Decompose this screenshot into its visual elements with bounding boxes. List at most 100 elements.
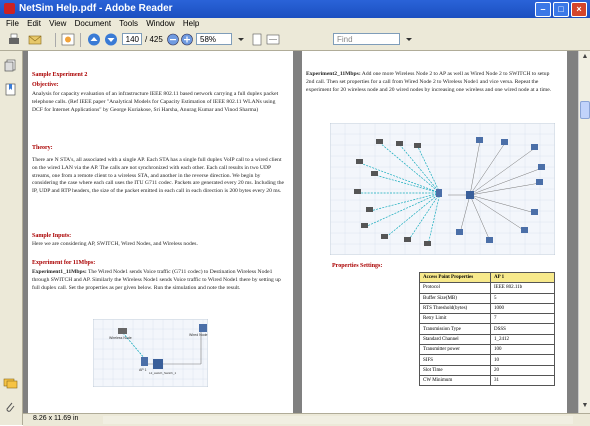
table-row: Buffer Size(MB) 5 [419, 292, 555, 304]
status-bar: 8.26 x 11.69 in [23, 413, 590, 426]
zoom-in-icon[interactable] [180, 33, 194, 46]
table-row: Access Point Properties AP 1 [419, 271, 555, 284]
properties-table: Access Point Properties AP 1 Protocol IEEE… [419, 271, 555, 387]
menu-help[interactable]: Help [183, 18, 199, 30]
experiment1-label: Experiment1_11Mbps: [32, 269, 87, 275]
table-row: CW Minimum 31 [419, 374, 555, 387]
page-number-input[interactable]: 140 [122, 33, 142, 45]
properties-heading: Properties Settings: [332, 263, 383, 269]
close-button[interactable]: × [571, 2, 587, 17]
toolbar-separator [80, 33, 81, 47]
table-header-cell: AP 1 [490, 271, 555, 284]
table-cell: RTS Threshold(bytes) [419, 302, 491, 315]
table-cell: 10 [490, 354, 555, 366]
menu-view[interactable]: View [49, 18, 66, 30]
ap-label: AP 1 [139, 368, 147, 372]
section-title: Sample Experiment 2 [32, 72, 88, 78]
fit-width-icon[interactable] [266, 33, 280, 46]
table-cell: SIFS [419, 354, 491, 366]
find-dropdown-icon[interactable] [402, 33, 416, 46]
title-bar: NetSim Help.pdf - Adobe Reader – □ × [0, 0, 590, 18]
menu-window[interactable]: Window [146, 18, 174, 30]
table-cell: 5 [490, 292, 555, 304]
maximize-button[interactable]: □ [553, 2, 569, 17]
menu-bar: File Edit View Document Tools Window Hel… [0, 18, 590, 30]
table-cell: CW Minimum [419, 374, 491, 387]
zoom-out-icon[interactable] [166, 33, 180, 46]
table-cell: Slot Time [419, 364, 491, 376]
table-cell: Retry Limit [419, 313, 491, 325]
document-view[interactable]: Sample Experiment 2 Objective: Analysis … [23, 51, 578, 413]
navigation-sidebar [0, 51, 23, 425]
experiment-heading: Experiment for 11Mbps: [32, 260, 96, 266]
attachments-panel-icon[interactable] [4, 401, 17, 414]
table-cell: Transmission Type [419, 323, 491, 335]
table-cell: Transmitter power [419, 344, 491, 356]
bookmarks-panel-icon[interactable] [4, 83, 17, 96]
table-cell: Protocol [419, 282, 491, 294]
previous-page-icon[interactable] [87, 33, 101, 46]
network-diagram-small: Wireless Node AP 1 Wired Node L2_switch_… [93, 319, 208, 387]
menu-document[interactable]: Document [75, 18, 111, 30]
wireless-node-label: Wireless Node [109, 336, 132, 340]
pdf-page-left: Sample Experiment 2 Objective: Analysis … [28, 51, 293, 413]
theory-heading: Theory: [32, 145, 53, 151]
next-page-icon[interactable] [104, 33, 118, 46]
switch-label: L2_switch_Switch_1 [149, 371, 177, 375]
table-row: Slot Time 20 [419, 364, 555, 376]
sample-inputs-heading: Sample Inputs: [32, 233, 72, 239]
access-point-icon [141, 357, 148, 366]
toolbar-separator [55, 33, 56, 47]
table-cell: IEEE 802.11b [490, 282, 555, 294]
experiment2-label: Experiment2_11Mbps: [306, 71, 361, 77]
scroll-down-arrow-icon[interactable]: ▼ [580, 401, 590, 411]
window-title: NetSim Help.pdf - Adobe Reader [19, 3, 173, 14]
network-diagram-large [330, 123, 555, 255]
horizontal-scrollbar[interactable] [103, 416, 573, 424]
scroll-thumb[interactable] [580, 101, 590, 119]
table-cell: 100 [490, 344, 555, 356]
table-row: Transmitter power 100 [419, 344, 555, 356]
zoom-level-input[interactable]: 58% [196, 33, 232, 45]
fit-page-icon[interactable] [250, 33, 264, 46]
experiment2-text: Experiment2_11Mbps: Add one more Wireles… [306, 71, 556, 94]
minimize-button[interactable]: – [535, 2, 551, 17]
adobe-reader-icon [4, 3, 15, 14]
menu-edit[interactable]: Edit [27, 18, 41, 30]
table-row: Transmission Type DSSS [419, 323, 555, 335]
comments-panel-icon[interactable] [3, 377, 18, 390]
table-row: SIFS 10 [419, 354, 555, 366]
hand-tool-icon[interactable] [61, 33, 75, 46]
vertical-scrollbar[interactable]: ▲ ▼ [578, 51, 590, 413]
zoom-dropdown-icon[interactable] [234, 33, 248, 46]
experiment1-text: Experiment1_11Mbps: The Wired Node1 send… [32, 269, 286, 292]
wired-node-icon [199, 324, 207, 332]
table-cell: Buffer Size(MB) [419, 292, 491, 304]
theory-text: There are N STA's, all associated with a… [32, 157, 285, 195]
table-cell: DSSS [490, 323, 555, 335]
switch-icon [466, 191, 474, 199]
table-cell: 7 [490, 313, 555, 325]
switch-icon [153, 359, 163, 369]
menu-tools[interactable]: Tools [119, 18, 138, 30]
wired-node-label: Wired Node [189, 333, 208, 337]
table-row: Standard Channel 1_2412 [419, 333, 555, 346]
menu-file[interactable]: File [6, 18, 19, 30]
sample-inputs-text: Here we are considering AP, SWITCH, Wire… [32, 241, 198, 247]
table-cell: Standard Channel [419, 333, 491, 346]
table-cell: 1_2412 [490, 333, 555, 346]
page-total-label: / 425 [145, 35, 163, 44]
access-point-icon [436, 189, 442, 197]
email-icon[interactable] [28, 33, 42, 46]
toolbar: 140 / 425 58% Find [0, 30, 590, 51]
table-cell: 20 [490, 364, 555, 376]
pages-panel-icon[interactable] [4, 59, 17, 72]
table-row: Retry Limit 7 [419, 313, 555, 325]
find-input[interactable]: Find [333, 33, 400, 45]
table-header-cell: Access Point Properties [419, 271, 491, 284]
table-row: RTS Threshold(bytes) 1000 [419, 302, 555, 315]
table-cell: 31 [490, 374, 555, 387]
scroll-up-arrow-icon[interactable]: ▲ [580, 52, 590, 62]
pdf-page-right: Experiment2_11Mbps: Add one more Wireles… [302, 51, 567, 413]
print-icon[interactable] [7, 33, 21, 46]
